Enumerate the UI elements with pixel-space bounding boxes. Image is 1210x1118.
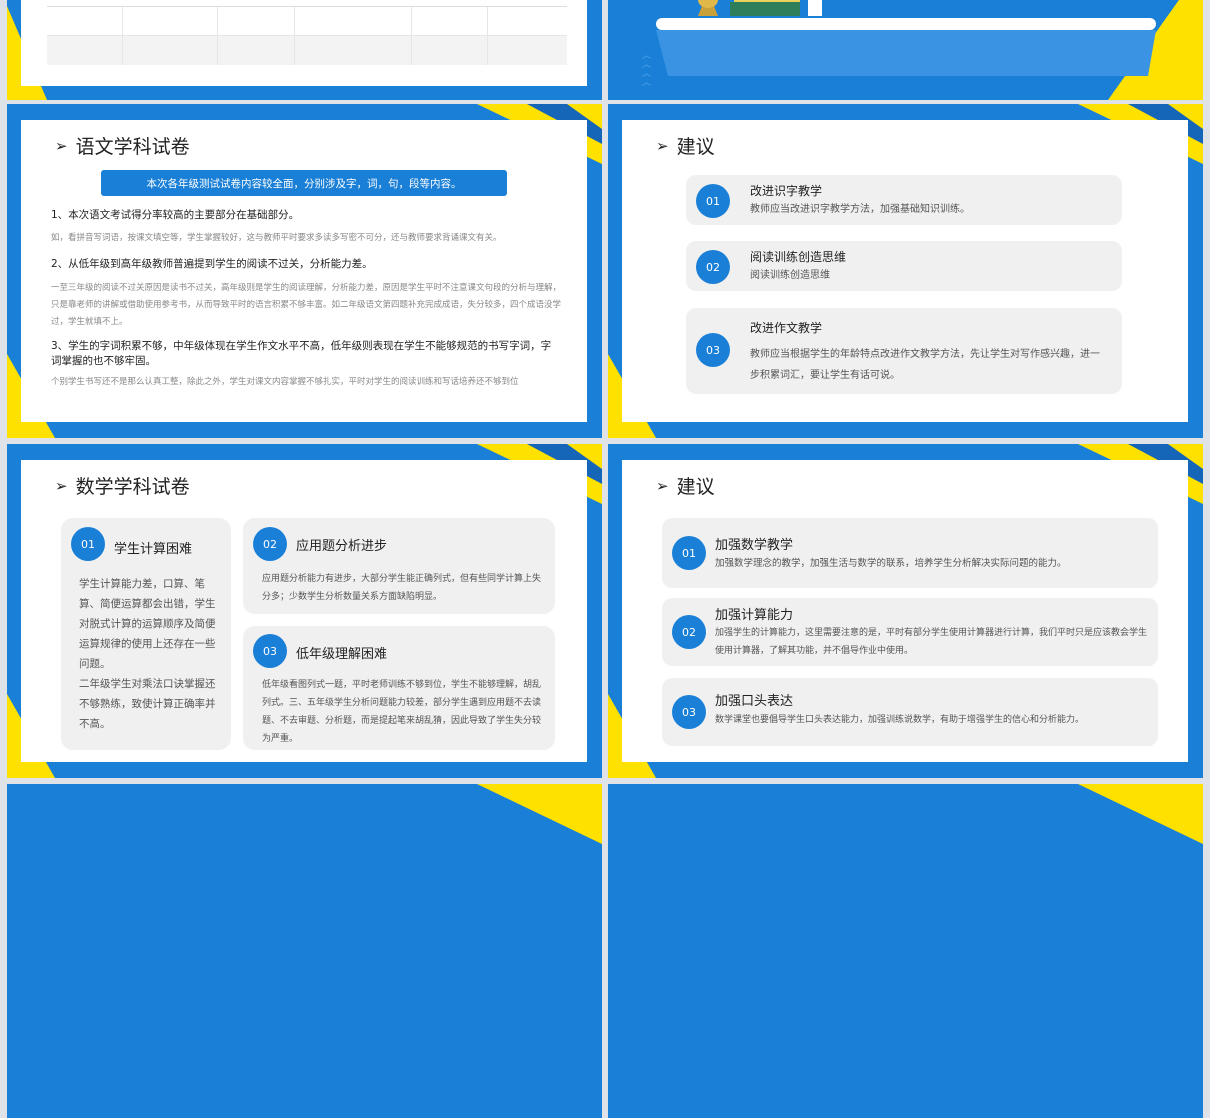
suggestion-number-2: 02 <box>672 615 706 649</box>
slide-title: ➢ 建议 <box>656 132 715 159</box>
suggestion-desc-2: 阅读训练创造思维 <box>750 270 830 281</box>
suggestion-item-1 <box>662 518 1158 588</box>
summary-banner: 本次各年级测试试卷内容较全面，分别涉及字，词，句，段等内容。 <box>101 170 507 196</box>
slide-title-text: 数学学科试卷 <box>75 476 190 498</box>
suggestion-heading-3: 加强口头表达 <box>715 694 794 709</box>
suggestion-heading-1: 改进识字教学 <box>750 184 823 198</box>
suggestion-number-3: 03 <box>696 333 730 367</box>
issue-desc-3: 低年级看图列式一题，平时老师训练不够到位，学生不能够理解，胡乱列式。三、五年级学… <box>262 680 542 744</box>
point-3-text: 个别学生书写还不是那么认真工整，除此之外，学生对课文内容掌握不够扎实，平时对学生… <box>51 377 519 387</box>
arrow-right-icon: ➢ <box>55 136 68 155</box>
suggestion-desc-3: 数学课堂也要倡导学生口头表达能力，加强训练说数学，有助于增强学生的信心和分析能力… <box>715 715 1085 725</box>
books-trophy-illustration <box>698 0 832 16</box>
slide-7-partial <box>7 784 602 1118</box>
slide-title-text: 语文学科试卷 <box>75 136 190 158</box>
arrow-right-icon: ➢ <box>55 476 68 495</box>
issue-heading-2: 应用题分析进步 <box>296 539 388 554</box>
suggestion-number-1: 01 <box>696 184 730 218</box>
slide-title: ➢ 数学学科试卷 <box>55 472 190 499</box>
issue-number-1: 01 <box>71 527 105 561</box>
point-1-text: 如，看拼音写词语，按课文填空等，学生掌握较好，这与教师平时要求多读多写密不可分，… <box>51 233 502 243</box>
suggestion-desc-1: 教师应当改进识字教学方法，加强基础知识训练。 <box>750 204 970 215</box>
suggestion-desc-3: 教师应当根据学生的年龄特点改进作文教学方法，先让学生对写作感兴趣，进一步积累词汇… <box>750 349 1100 381</box>
issue-number-3: 03 <box>253 634 287 668</box>
point-2-text: 一至三年级的阅读不过关原因是读书不过关，高年级则是学生的阅读理解，分析能力差，原… <box>51 283 562 327</box>
slide-card: ➢ 语文学科试卷 本次各年级测试试卷内容较全面，分别涉及字，词，句，段等内容。 … <box>21 120 587 422</box>
suggestion-number-1: 01 <box>672 536 706 570</box>
slide-2-partial: ︿ ︿ ︿ ︿ <box>608 0 1203 100</box>
point-2-heading: 2、从低年级到高年级教师普遍提到学生的阅读不过关，分析能力差。 <box>51 258 373 270</box>
slide-bg-shapes <box>1078 784 1203 844</box>
table-remnant <box>47 6 567 65</box>
suggestion-desc-1: 加强数学理念的教学，加强生活与数学的联系，培养学生分析解决实际问题的能力。 <box>715 558 1067 569</box>
issue-desc-2: 应用题分析能力有进步，大部分学生能正确列式，但有些同学计算上失分多；少数学生分析… <box>262 574 542 602</box>
issue-heading-3: 低年级理解困难 <box>296 647 388 662</box>
point-3-heading: 3、学生的字词积累不够，中年级体现在学生作文水平不高，低年级则表现在学生不能够规… <box>51 340 552 367</box>
slide-title-text: 建议 <box>676 136 715 158</box>
slide-title: ➢ 建议 <box>656 472 715 499</box>
suggestion-heading-1: 加强数学教学 <box>715 538 794 553</box>
suggestion-desc-2: 加强学生的计算能力，这里需要注意的是，平时有部分学生使用计算器进行计算，我们平时… <box>715 628 1148 656</box>
issue-desc-1: 学生计算能力差，口算、笔算、简便运算都会出错，学生对脱式计算的运算顺序及简便运算… <box>79 578 216 670</box>
issue-number-2: 02 <box>253 527 287 561</box>
issue-desc-1b: 二年级学生对乘法口诀掌握还不够熟练，致使计算正确率并不高。 <box>79 678 216 730</box>
suggestion-number-2: 02 <box>696 250 730 284</box>
chevron-decor-icon: ︿ ︿ ︿ ︿ <box>642 51 652 88</box>
arrow-right-icon: ➢ <box>656 136 669 155</box>
slide-1-partial <box>7 0 602 100</box>
suggestion-heading-2: 阅读训练创造思维 <box>750 250 847 264</box>
slide-chinese-suggestions: ➢ 建议 01 改进识字教学 教师应当改进识字教学方法，加强基础知识训练。 02… <box>608 104 1203 438</box>
slide-8-partial <box>608 784 1203 1118</box>
slide-bg-shapes <box>477 784 602 844</box>
slide-math-suggestions: ➢ 建议 01 加强数学教学 加强数学理念的教学，加强生活与数学的联系，培养学生… <box>608 444 1203 778</box>
slide-title: ➢ 语文学科试卷 <box>55 132 190 159</box>
suggestion-number-3: 03 <box>672 695 706 729</box>
arrow-right-icon: ➢ <box>656 476 669 495</box>
issue-heading-1: 学生计算困难 <box>114 542 193 557</box>
slide-card <box>21 0 587 86</box>
slide-card: ➢ 数学学科试卷 01 学生计算困难 学生计算能力差，口算、笔算、简便运算都会出… <box>21 460 587 762</box>
suggestion-heading-2: 加强计算能力 <box>715 608 794 623</box>
slide-card: ➢ 建议 01 加强数学教学 加强数学理念的教学，加强生活与数学的联系，培养学生… <box>622 460 1188 762</box>
slide-title-text: 建议 <box>676 476 715 498</box>
suggestion-heading-3: 改进作文教学 <box>750 321 823 335</box>
point-1-heading: 1、本次语文考试得分率较高的主要部分在基础部分。 <box>51 209 300 221</box>
slide-chinese-exam: ➢ 语文学科试卷 本次各年级测试试卷内容较全面，分别涉及字，词，句，段等内容。 … <box>7 104 602 438</box>
slide-card: ➢ 建议 01 改进识字教学 教师应当改进识字教学方法，加强基础知识训练。 02… <box>622 120 1188 422</box>
slide-math-exam: ➢ 数学学科试卷 01 学生计算困难 学生计算能力差，口算、笔算、简便运算都会出… <box>7 444 602 778</box>
